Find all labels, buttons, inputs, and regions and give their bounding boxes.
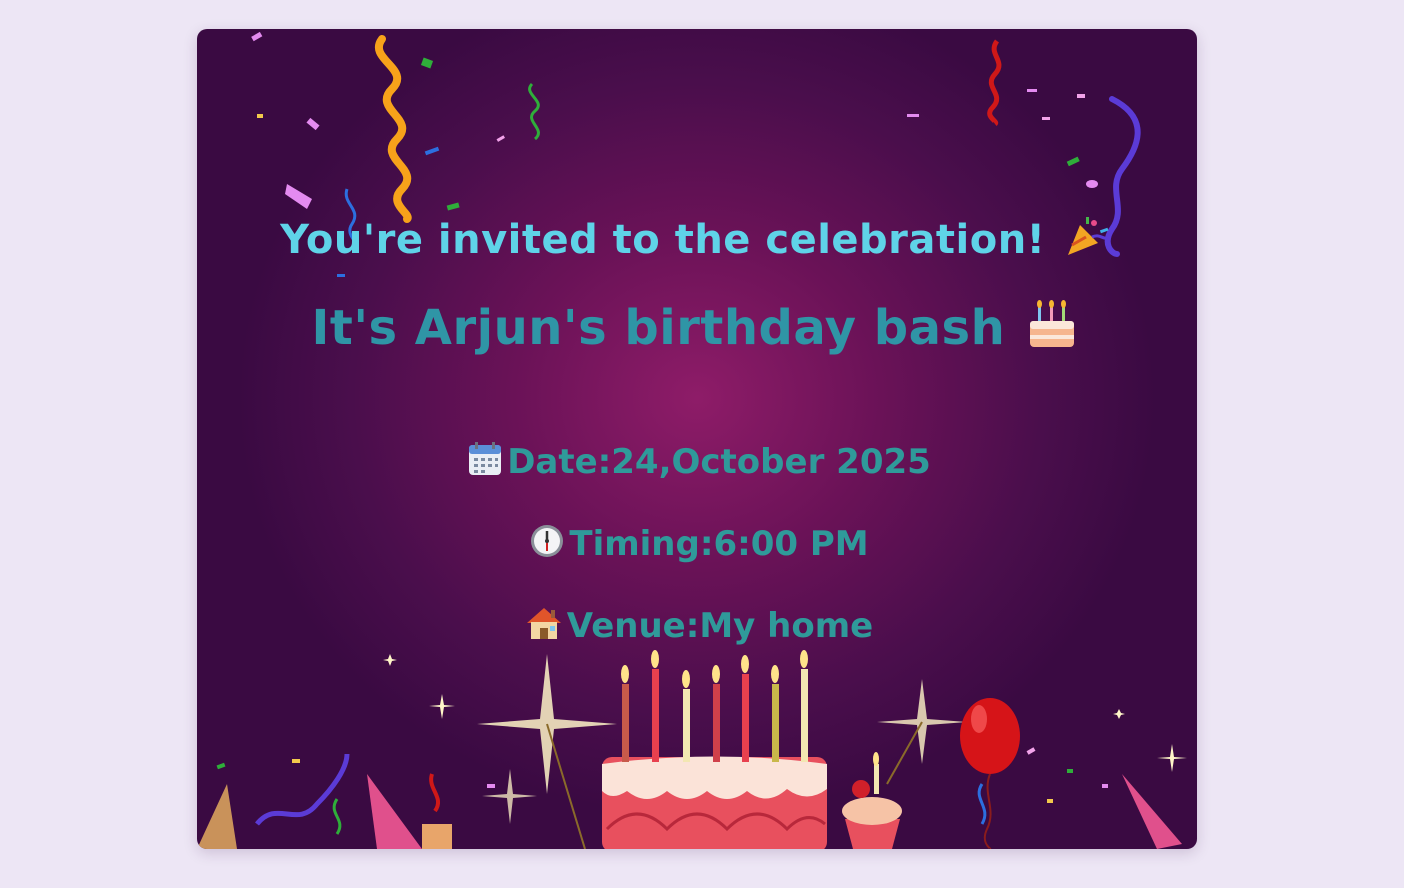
birthday-cake-icon [1026, 299, 1078, 363]
timing-line: Timing:6:00 PM [197, 523, 1197, 568]
house-icon [525, 605, 563, 650]
date-label: Date: [507, 442, 612, 482]
date-line: Date:24,October 2025 [197, 441, 1197, 486]
clock-icon [529, 523, 565, 568]
invite-line: You're invited to the celebration! [197, 215, 1197, 269]
calendar-icon [467, 441, 503, 486]
timing-label: Timing: [569, 524, 714, 564]
venue-value: My home [699, 606, 874, 646]
venue-label: Venue: [566, 606, 700, 646]
party-popper-icon [1064, 215, 1110, 269]
venue-line: Venue:My home [197, 605, 1197, 650]
headline: It's Arjun's birthday bash [197, 299, 1197, 363]
headline-text: It's Arjun's birthday bash [311, 300, 1006, 356]
date-value: 24,October 2025 [611, 442, 931, 482]
timing-value: 6:00 PM [713, 524, 869, 564]
invite-text: You're invited to the celebration! [280, 217, 1046, 263]
confetti-decoration [197, 31, 1187, 849]
invitation-card: You're invited to the celebration! It's … [197, 29, 1197, 849]
